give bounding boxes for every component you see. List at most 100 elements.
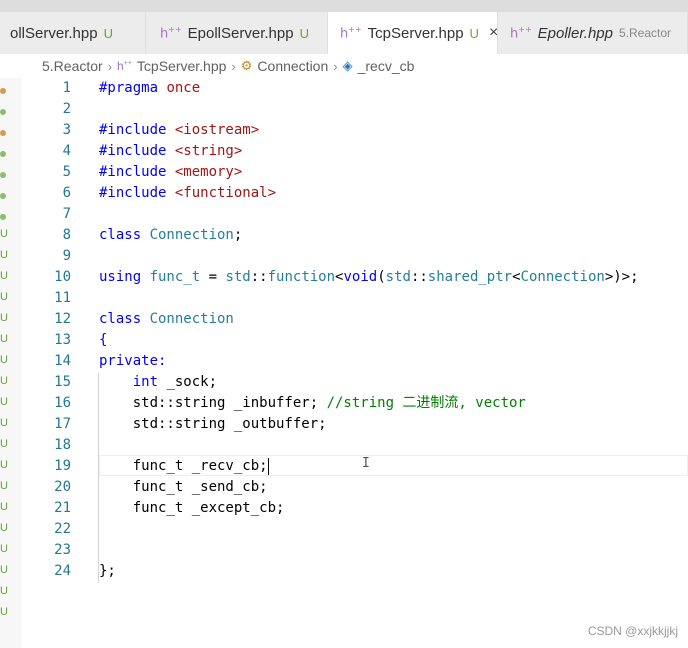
code-line[interactable]: 16 std::string _inbuffer; //string 二进制流,… — [30, 393, 670, 414]
close-icon[interactable]: × — [489, 24, 498, 42]
cpp-header-icon: h++ — [510, 24, 532, 42]
code-token: <memory> — [174, 164, 243, 180]
code-token: func_t _recv_cb; — [99, 458, 268, 474]
code-token: <string> — [174, 143, 243, 159]
code-line[interactable]: 4 #include <string> — [30, 141, 670, 162]
untracked-marker: U — [0, 438, 8, 450]
code-line[interactable]: 12 class Connection — [30, 309, 670, 330]
tab-label: ollServer.hpp — [10, 24, 98, 42]
untracked-marker: U — [0, 585, 8, 597]
line-number: 24 — [54, 563, 71, 579]
line-number: 18 — [54, 437, 71, 453]
untracked-marker: U — [0, 354, 8, 366]
line-number: 15 — [54, 374, 71, 390]
untracked-marker: U — [0, 312, 8, 324]
code-line[interactable]: 3 #include <iostream> — [30, 120, 670, 141]
tab-epollserver-truncated[interactable]: ollServer.hpp U — [0, 12, 146, 54]
code-line[interactable]: 6 #include <functional> — [30, 183, 670, 204]
code-line[interactable]: 24}; — [30, 561, 670, 582]
code-line[interactable]: 19 func_t _recv_cb; — [30, 456, 670, 477]
chevron-right-icon: › — [107, 58, 113, 74]
tab-tcpserver[interactable]: h++ TcpServer.hpp U × — [328, 12, 498, 54]
code-text: std::string _outbuffer; — [99, 414, 327, 435]
line-number: 9 — [62, 248, 71, 264]
code-token: #include — [99, 122, 175, 138]
code-token: std::string _inbuffer; — [99, 395, 327, 411]
tab-epollserver[interactable]: h++ EpollServer.hpp U — [146, 12, 328, 54]
code-token: #include — [99, 143, 175, 159]
code-token: using — [99, 269, 150, 285]
code-token: #pragma — [99, 80, 167, 96]
code-text: class Connection; — [99, 225, 251, 246]
breadcrumb-folder[interactable]: 5.Reactor — [42, 58, 103, 74]
code-text: #include <memory> — [99, 162, 242, 183]
code-token: func_t _except_cb; — [99, 500, 285, 516]
tab-label: TcpServer.hpp — [367, 24, 464, 42]
code-token: function — [267, 269, 336, 285]
code-text: #include <iostream> — [99, 120, 259, 141]
code-line[interactable]: 17 std::string _outbuffer; — [30, 414, 670, 435]
code-line[interactable]: 18 — [30, 435, 670, 456]
untracked-marker: U — [0, 606, 8, 618]
code-line[interactable]: 13 { — [30, 330, 670, 351]
code-line[interactable]: 9 — [30, 246, 670, 267]
cpp-header-icon: h++ — [340, 24, 362, 42]
code-token: class — [99, 227, 150, 243]
code-token: :: — [410, 269, 428, 285]
code-line[interactable]: 7 — [30, 204, 670, 225]
code-token: <functional> — [174, 185, 277, 201]
code-token: : — [158, 353, 167, 369]
code-text: #pragma once — [99, 78, 200, 99]
untracked-marker: U — [0, 249, 8, 261]
untracked-marker: U — [0, 564, 8, 576]
code-token: func_t — [149, 269, 201, 285]
line-number: 1 — [62, 80, 71, 96]
line-number: 7 — [62, 206, 71, 222]
code-text: int _sock; — [99, 372, 217, 393]
breadcrumb: 5.Reactor › h++ TcpServer.hpp › ⚙ Connec… — [0, 54, 688, 78]
line-number: 8 — [62, 227, 71, 243]
code-text: private: — [99, 351, 166, 372]
breadcrumb-class[interactable]: Connection — [257, 58, 328, 74]
code-line[interactable]: 15 int _sock; — [30, 372, 670, 393]
line-number: 14 — [54, 353, 71, 369]
git-status-dot — [0, 193, 6, 199]
untracked-marker: U — [0, 501, 8, 513]
code-token: Connection — [520, 269, 605, 285]
untracked-marker: U — [0, 459, 8, 471]
code-line[interactable]: 8 class Connection; — [30, 225, 670, 246]
tab-status-badge: U — [299, 25, 309, 41]
code-token: int — [132, 374, 159, 390]
code-text: func_t _recv_cb; — [99, 456, 269, 477]
line-number: 3 — [62, 122, 71, 138]
tab-label: EpollServer.hpp — [187, 24, 294, 42]
code-line[interactable]: 11 — [30, 288, 670, 309]
field-symbol-icon: ◈ — [342, 58, 353, 73]
untracked-marker: U — [0, 228, 8, 240]
code-text: func_t _except_cb; — [99, 498, 285, 519]
code-line[interactable]: 2 — [30, 99, 670, 120]
code-token: #include — [99, 185, 175, 201]
git-status-dot — [0, 214, 6, 220]
untracked-marker: U — [0, 543, 8, 555]
code-line[interactable]: 21 func_t _except_cb; — [30, 498, 670, 519]
code-line[interactable]: 23 — [30, 540, 670, 561]
code-token: :: — [250, 269, 268, 285]
line-number: 16 — [54, 395, 71, 411]
breadcrumb-file[interactable]: TcpServer.hpp — [137, 58, 227, 74]
breadcrumb-member[interactable]: _recv_cb — [358, 58, 415, 74]
code-line[interactable]: 1 #pragma once — [30, 78, 670, 99]
code-line[interactable]: 22 — [30, 519, 670, 540]
code-token: func_t _send_cb; — [99, 479, 268, 495]
code-text: #include <string> — [99, 141, 242, 162]
code-line[interactable]: 5 #include <memory> — [30, 162, 670, 183]
code-token: <iostream> — [174, 122, 260, 138]
tab-epoller-preview[interactable]: h++ Epoller.hpp 5.Reactor — [498, 12, 688, 54]
line-number: 19 — [54, 458, 71, 474]
code-text: class Connection — [99, 309, 234, 330]
untracked-marker: U — [0, 417, 8, 429]
chevron-right-icon: › — [333, 58, 338, 74]
code-line[interactable]: 20 func_t _send_cb; — [30, 477, 670, 498]
code-line[interactable]: 10 using func_t = std::function<void(std:… — [30, 267, 670, 288]
code-line[interactable]: 14 private: — [30, 351, 670, 372]
